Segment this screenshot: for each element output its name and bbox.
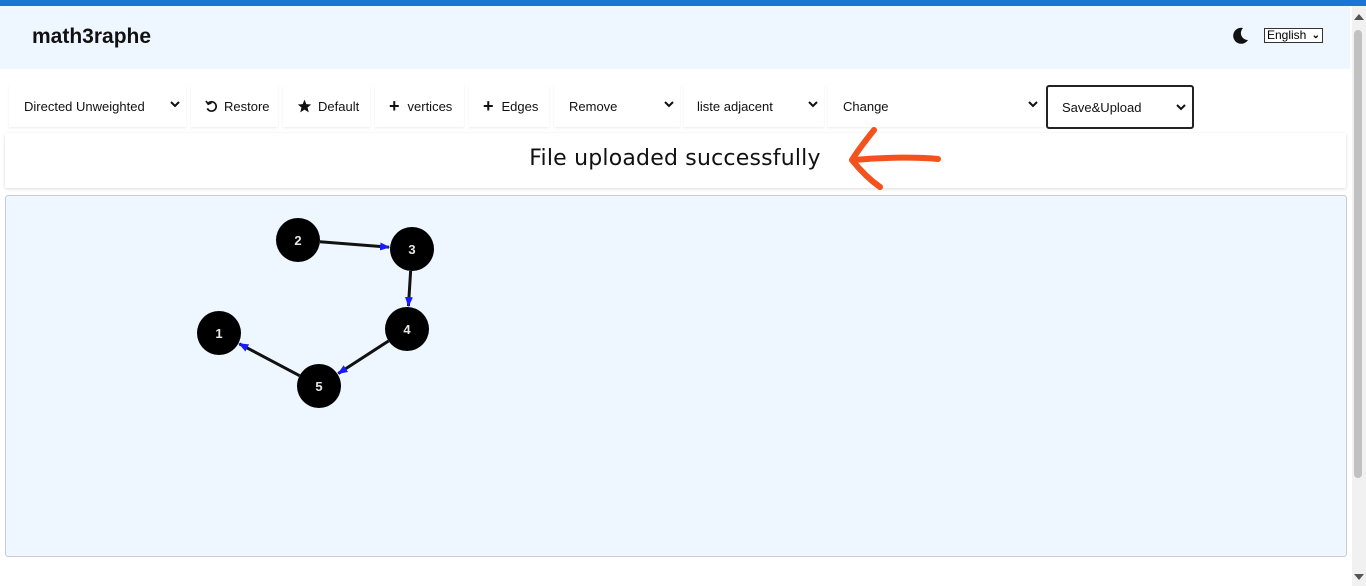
graph-node-5[interactable]: 5 <box>297 364 341 408</box>
toolbar: Directed Unweighted Restore Default + ve… <box>0 85 1350 129</box>
graph-node-1[interactable]: 1 <box>197 311 241 355</box>
scroll-up-icon[interactable] <box>1354 14 1364 20</box>
restore-label: Restore <box>224 98 270 114</box>
scroll-down-icon[interactable] <box>1354 574 1364 580</box>
edges-label: Edges <box>501 98 539 114</box>
chevron-down-icon <box>1176 104 1186 111</box>
status-message: File uploaded successfully <box>529 146 821 171</box>
vertices-label: vertices <box>407 98 453 114</box>
plus-icon: + <box>483 96 494 116</box>
graph-edge-4-5[interactable] <box>337 339 390 375</box>
graph-canvas[interactable]: 1 2 3 4 5 <box>5 195 1347 557</box>
star-icon <box>297 99 312 113</box>
app-title: math3raphe <box>32 25 152 48</box>
chevron-down-icon <box>1028 101 1038 108</box>
graph-node-3[interactable]: 3 <box>390 227 434 271</box>
graph-edge-2-3[interactable] <box>319 240 391 251</box>
add-edges-button[interactable]: + Edges <box>469 85 549 127</box>
representation-select[interactable]: liste adjacent <box>684 85 824 127</box>
chevron-down-icon <box>664 101 674 108</box>
plus-icon: + <box>389 96 400 116</box>
graph-node-label: 3 <box>408 242 415 257</box>
graph-node-2[interactable]: 2 <box>276 218 320 262</box>
graph-edge-5-1[interactable] <box>238 342 301 378</box>
graph-type-select[interactable]: Directed Unweighted <box>9 85 186 127</box>
representation-value: liste adjacent <box>697 98 773 114</box>
default-button[interactable]: Default <box>283 85 370 127</box>
language-select-value: English <box>1267 28 1307 42</box>
graph-node-label: 2 <box>294 233 301 248</box>
graph-view[interactable]: 1 2 3 4 5 <box>6 196 1346 556</box>
change-select[interactable]: Change <box>828 85 1044 127</box>
annotation-arrow-icon <box>849 127 941 190</box>
change-value: Change <box>843 98 889 114</box>
graph-node-label: 4 <box>403 322 411 337</box>
graph-node-4[interactable]: 4 <box>385 307 429 351</box>
default-label: Default <box>318 98 360 114</box>
page-scrollbar[interactable] <box>1352 6 1366 586</box>
language-select[interactable]: English ⌄ <box>1264 28 1323 43</box>
graph-type-value: Directed Unweighted <box>24 98 145 114</box>
restore-button[interactable]: Restore <box>191 85 278 127</box>
graph-node-label: 5 <box>315 379 322 394</box>
undo-icon <box>205 99 218 112</box>
save-upload-select[interactable]: Save&Upload <box>1046 85 1194 129</box>
chevron-down-icon <box>170 101 180 108</box>
chevron-down-icon <box>808 101 818 108</box>
graph-node-label: 1 <box>215 326 222 341</box>
moon-icon[interactable] <box>1230 26 1250 46</box>
save-upload-value: Save&Upload <box>1062 99 1142 115</box>
app-header: math3raphe English ⌄ <box>0 6 1350 69</box>
add-vertices-button[interactable]: + vertices <box>375 85 464 127</box>
chevron-down-icon: ⌄ <box>1311 30 1320 41</box>
graph-edge-3-4[interactable] <box>405 270 413 308</box>
remove-value: Remove <box>569 98 618 114</box>
scrollbar-thumb[interactable] <box>1354 30 1362 478</box>
remove-select[interactable]: Remove <box>554 85 680 127</box>
